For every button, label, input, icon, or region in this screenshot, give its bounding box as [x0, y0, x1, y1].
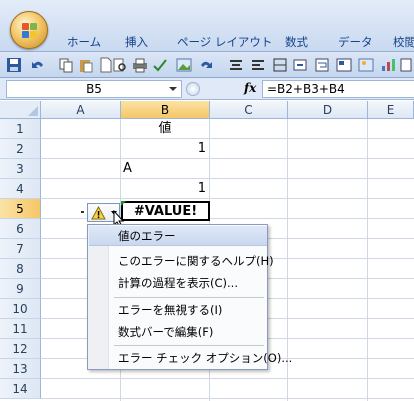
error-options-menu: 値のエラー このエラーに関するヘルプ(H) 計算の過程を表示(C)... エラー…	[87, 224, 292, 370]
menu-item-error-check-options[interactable]: エラー チェック オプション(O)...	[110, 348, 292, 368]
column-header-e[interactable]: E	[368, 101, 414, 119]
row-header-5[interactable]: 5	[0, 199, 41, 219]
sort-icon[interactable]	[400, 57, 414, 73]
office-logo-icon	[22, 23, 38, 39]
row-header-10[interactable]: 10	[0, 299, 41, 319]
save-icon[interactable]	[6, 57, 22, 73]
row-header-8[interactable]: 8	[0, 259, 41, 279]
insert-function-button[interactable]: fx	[244, 81, 256, 95]
cell-b1[interactable]: 値	[121, 119, 209, 139]
menu-item-show-calc-steps[interactable]: 計算の過程を表示(C)...	[110, 273, 267, 293]
chevron-down-icon[interactable]	[169, 87, 177, 91]
menu-item-ignore-error[interactable]: エラーを無視する(I)	[110, 300, 267, 320]
column-header-d[interactable]: D	[288, 101, 368, 119]
format-icon[interactable]	[336, 57, 352, 73]
select-all-button[interactable]	[0, 101, 41, 119]
column-header-c[interactable]: C	[210, 101, 288, 119]
menu-item-help[interactable]: このエラーに関するヘルプ(H)	[110, 251, 274, 271]
cell-b4[interactable]: 1	[121, 179, 206, 199]
redo-icon[interactable]	[198, 57, 214, 73]
row-header-2[interactable]: 2	[0, 139, 41, 159]
cell-b5-value: #VALUE!	[133, 204, 198, 219]
name-box-value: B5	[86, 82, 102, 96]
align-left-icon[interactable]	[250, 57, 266, 73]
row-header-6[interactable]: 6	[0, 219, 41, 239]
row-header-13[interactable]: 13	[0, 359, 41, 379]
formula-bar-handle-icon[interactable]	[186, 82, 200, 96]
tab-review[interactable]: 校閲	[393, 34, 414, 50]
ribbon-tab-bar: ホーム 挿入 ページ レイアウト 数式 データ 校閲	[0, 0, 414, 52]
office-button[interactable]	[10, 11, 48, 49]
row-header-9[interactable]: 9	[0, 279, 41, 299]
formula-input[interactable]: =B2+B3+B4	[262, 80, 414, 98]
copy-icon[interactable]	[58, 57, 74, 73]
menu-separator	[114, 297, 264, 298]
row-header-1[interactable]: 1	[0, 119, 41, 139]
undo-icon[interactable]	[30, 57, 46, 73]
borders-icon[interactable]	[272, 57, 288, 73]
row-header-3[interactable]: 3	[0, 159, 41, 179]
image-icon[interactable]	[358, 57, 374, 73]
warning-icon	[91, 206, 106, 220]
chart-icon[interactable]	[380, 57, 396, 73]
column-header-b[interactable]: B	[121, 101, 210, 119]
align-center-icon[interactable]	[228, 57, 244, 73]
tab-data[interactable]: データ	[338, 34, 373, 50]
merge-cells-icon[interactable]	[292, 57, 308, 73]
picture-icon[interactable]	[176, 57, 192, 73]
spelling-icon[interactable]	[152, 57, 168, 73]
tab-formulas[interactable]: 数式	[285, 34, 308, 50]
menu-item-edit-in-formula-bar[interactable]: 数式バーで編集(F)	[110, 322, 267, 342]
print-preview-icon[interactable]	[112, 57, 128, 73]
menu-icon-strip	[88, 225, 109, 369]
tab-home[interactable]: ホーム	[67, 34, 101, 50]
quick-access-toolbar	[0, 52, 414, 78]
row-header-7[interactable]: 7	[0, 239, 41, 259]
column-header-a[interactable]: A	[41, 101, 121, 119]
tab-page-layout[interactable]: ページ レイアウト	[177, 34, 272, 50]
paste-icon[interactable]	[78, 57, 94, 73]
name-box[interactable]: B5	[6, 80, 182, 98]
formula-bar: B5 fx =B2+B3+B4	[0, 78, 414, 100]
active-cell-b5[interactable]: #VALUE!	[121, 201, 210, 221]
menu-header-value-error: 値のエラー	[89, 226, 267, 246]
tab-insert[interactable]: 挿入	[125, 34, 148, 50]
row-header-4[interactable]: 4	[0, 179, 41, 199]
row-header-14[interactable]: 14	[0, 379, 41, 399]
cell-a3-overflow[interactable]: A	[123, 159, 209, 179]
print-icon[interactable]	[132, 57, 148, 73]
cell-a5-marker	[81, 211, 84, 213]
row-header-11[interactable]: 11	[0, 319, 41, 339]
menu-separator	[114, 345, 264, 346]
row-header-12[interactable]: 12	[0, 339, 41, 359]
wrap-text-icon[interactable]	[314, 57, 330, 73]
error-indicator-icon	[121, 201, 126, 206]
cell-b2[interactable]: 1	[121, 139, 206, 159]
